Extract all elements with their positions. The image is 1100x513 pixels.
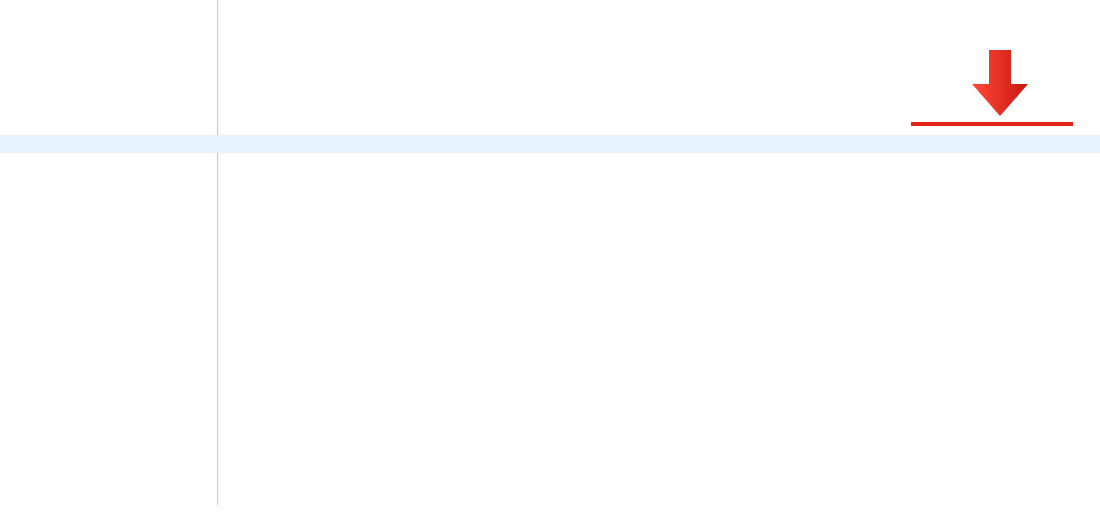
down-arrow-icon [972,50,1028,116]
code-line-current[interactable]: <td rowspan="{3+$total_discounts_num+$us… [0,135,1100,153]
code-line[interactable]: <button type="submit" name="submitAddDis… [0,387,1100,405]
code-line[interactable]: <ul class="alert alert-danger"> [0,189,1100,207]
code-line[interactable]: lass="cart_total_price"> [0,117,1100,135]
code-line[interactable]: <li>{$error|escape:'html':'UTF-8'}</li> [0,225,1100,243]
code-line[interactable]: </ul> [0,261,1100,279]
code-line[interactable]: {if $displayVouchers} [0,441,1100,459]
code-line[interactable]: </form> [0,423,1100,441]
code-line[interactable]: {if isset($errors_discount) && $errors_d… [0,171,1100,189]
code-line[interactable]: <fieldset> [0,315,1100,333]
code-line[interactable]: play} [0,99,1100,117]
code-line[interactable]: <input type="hidden" name="submitDiscoun… [0,369,1100,387]
annotation-underline [911,122,1073,126]
code-line[interactable]: {foreach $displayVouchers as $voucher} [0,495,1100,513]
code-line[interactable]: <div id="display_cart_vouchers"> [0,477,1100,495]
code-line[interactable]: {if $voucherAllowed} [0,153,1100,171]
code-line[interactable]: {/if} [0,279,1100,297]
code-line[interactable]: <h4>{l s='Vouchers'}</h4> [0,333,1100,351]
code-line[interactable]: <input type="text" class="discount_name … [0,351,1100,369]
code-line[interactable]: <p id="title" class="title-offers">{l s=… [0,459,1100,477]
code-editor[interactable]: rt_total item">{l s='Total'}</th> rt_del… [0,0,1100,505]
code-line[interactable]: </fieldset> [0,405,1100,423]
code-line[interactable]: <form action="{if $opc}{$link->getPageLi… [0,297,1100,315]
code-line[interactable]: {/foreach} [0,243,1100,261]
code-line[interactable]: rt_delete last_item">&nbsp;</th> [0,9,1100,27]
code-line[interactable]: {foreach $errors_discount as $k=>$error} [0,207,1100,225]
code-line[interactable]: rt_total item">{l s='Total'}</th> [0,0,1100,9]
